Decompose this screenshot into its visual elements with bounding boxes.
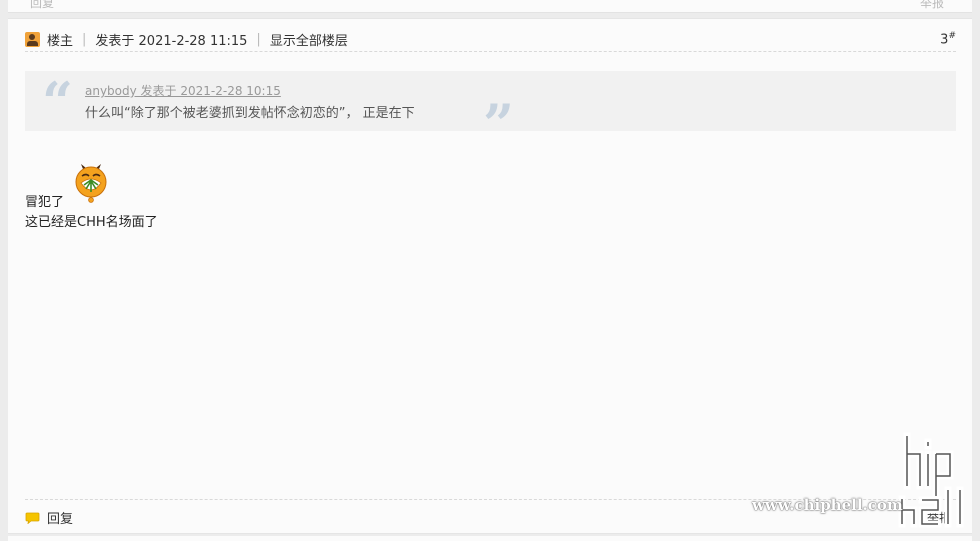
watermark-url: www.chiphell.com [752, 496, 903, 514]
show-all-floors-link[interactable]: 显示全部楼层 [270, 30, 348, 49]
post-body-line: 这已经是CHH名场面了 [25, 215, 158, 230]
previous-report-link[interactable]: 举报 [920, 0, 944, 11]
chiphell-watermark: www.chiphell.com [752, 424, 978, 529]
next-post-edge [8, 536, 972, 541]
previous-reply-button[interactable]: 回复 [30, 0, 54, 11]
op-label: 楼主 [47, 33, 74, 49]
previous-post-footer: 回复 举报 [8, 0, 972, 13]
close-quote-icon: ” [483, 92, 515, 156]
quote-author-link[interactable]: anybody 发表于 2021-2-28 10:15 [85, 82, 281, 99]
post-body-line: 冒犯了 [25, 195, 65, 210]
post-header: 楼主 | 发表于 2021-2-28 11:15 | 显示全部楼层 3# [25, 27, 956, 52]
post-body: 冒犯了 这已经是CHH名场面了 [25, 193, 158, 233]
quote-text: 什么叫“除了那个被老婆抓到发帖怀念初恋的”， 正是在下 [85, 106, 415, 121]
op-user-icon [25, 31, 40, 47]
open-quote-icon: “ [42, 70, 74, 134]
floor-number[interactable]: 3# [940, 31, 956, 47]
reply-label: 回复 [47, 512, 74, 527]
divider: | [82, 31, 87, 47]
post-timestamp: 发表于 2021-2-28 11:15 [95, 33, 248, 49]
quote-block: “ anybody 发表于 2021-2-28 10:15 什么叫“除了那个被老… [25, 70, 956, 151]
divider: | [256, 31, 261, 47]
reply-button[interactable]: 回复 [25, 508, 73, 527]
reply-bubble-icon [25, 512, 40, 524]
